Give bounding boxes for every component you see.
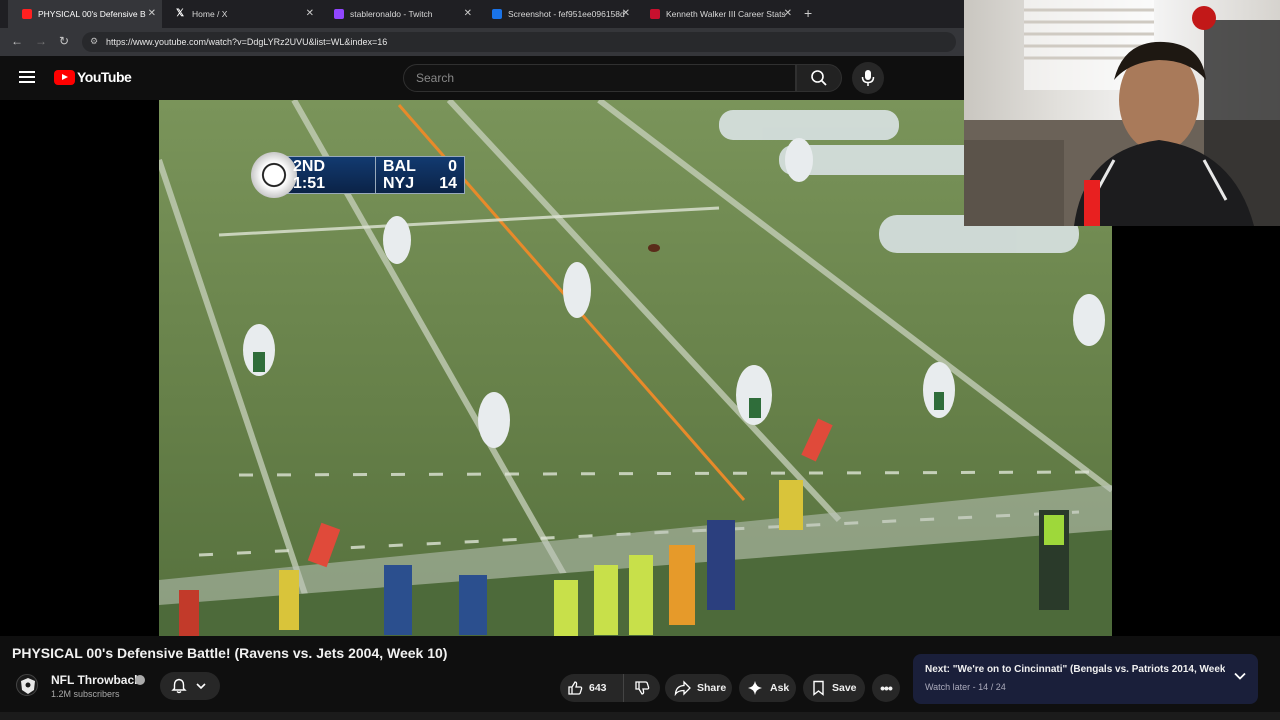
more-actions-button[interactable]: ••• [872, 674, 900, 702]
browser-tab-bar: PHYSICAL 00's Defensive B ✕ 𝕏 Home / X ✕… [0, 0, 964, 28]
channel-avatar[interactable] [16, 674, 38, 696]
ask-button[interactable]: Ask [739, 674, 796, 702]
tab-twitch[interactable]: stableronaldo - Twitch ✕ [320, 0, 478, 28]
chevron-down-icon[interactable] [1234, 670, 1246, 682]
team1-score: 0 [448, 158, 457, 175]
tab-label: PHYSICAL 00's Defensive B [38, 9, 146, 19]
url-field[interactable]: ⚙ https://www.youtube.com/watch?v=DdgLYR… [82, 32, 956, 52]
subscriber-count: 1.2M subscribers [51, 689, 120, 699]
notifications-button[interactable] [160, 672, 220, 700]
youtube-logo[interactable]: YouTube [54, 69, 132, 85]
channel-name[interactable]: NFL Throwback [51, 673, 141, 687]
tab-label: Home / X [192, 9, 228, 19]
close-icon[interactable]: ✕ [784, 8, 792, 19]
game-clock: 1:51 [293, 175, 326, 192]
like-dislike-group: 643 [560, 674, 660, 702]
like-button[interactable]: 643 [560, 674, 624, 702]
save-label: Save [832, 682, 857, 694]
tab-screenshot[interactable]: Screenshot - fef951ee096158d ✕ [478, 0, 636, 28]
team2-abbr: NYJ [383, 175, 415, 192]
thumbs-up-icon [568, 681, 583, 695]
search-input[interactable]: Search [403, 64, 796, 92]
playlist-next-panel[interactable]: Next: "We're on to Cincinnati" (Bengals … [913, 654, 1258, 704]
stats-favicon-icon [650, 9, 660, 19]
scorebug: 2ND 1:51 BAL 0 NYJ 14 [251, 152, 465, 198]
save-button[interactable]: Save [803, 674, 865, 702]
team1-abbr: BAL [383, 158, 416, 175]
verified-badge-icon [135, 675, 145, 685]
tab-label: Screenshot - fef951ee096158d [508, 9, 625, 19]
dislike-button[interactable] [624, 674, 660, 702]
youtube-favicon-icon [22, 9, 32, 19]
menu-icon[interactable] [19, 71, 35, 83]
chevron-down-icon [196, 683, 206, 690]
more-horizontal-icon: ••• [880, 680, 893, 696]
webcam-overlay [964, 0, 1280, 226]
share-icon [674, 680, 691, 696]
twitch-favicon-icon [334, 9, 344, 19]
ask-label: Ask [770, 682, 790, 694]
microphone-icon [861, 70, 875, 86]
new-tab-icon[interactable]: + [804, 5, 812, 21]
site-settings-icon[interactable]: ⚙ [90, 36, 98, 47]
youtube-play-icon [54, 69, 75, 85]
close-icon[interactable]: ✕ [464, 8, 472, 19]
voice-search-button[interactable] [852, 62, 884, 94]
screenshot-favicon-icon [492, 9, 502, 19]
tab-label: Kenneth Walker III Career Stats [666, 9, 786, 19]
tab-youtube[interactable]: PHYSICAL 00's Defensive B ✕ [8, 0, 162, 28]
address-bar: ← → ↻ ⚙ https://www.youtube.com/watch?v=… [0, 28, 964, 56]
video-title: PHYSICAL 00's Defensive Battle! (Ravens … [12, 645, 448, 661]
playlist-position: Watch later - 14 / 24 [925, 682, 1006, 692]
team2-score: 14 [439, 175, 457, 192]
forward-icon[interactable]: → [35, 34, 47, 48]
logo-text: YouTube [77, 69, 132, 85]
quarter: 2ND [293, 158, 326, 175]
tab-x[interactable]: 𝕏 Home / X ✕ [162, 0, 320, 28]
shield-logo-icon [21, 678, 35, 694]
like-count: 643 [589, 682, 607, 694]
youtube-header: YouTube Search [0, 56, 964, 100]
close-icon[interactable]: ✕ [622, 8, 630, 19]
back-icon[interactable]: ← [11, 34, 23, 48]
reload-icon[interactable]: ↻ [59, 34, 69, 48]
sparkle-icon [748, 681, 762, 695]
close-icon[interactable]: ✕ [148, 8, 156, 19]
close-icon[interactable]: ✕ [306, 8, 314, 19]
search-placeholder: Search [416, 71, 455, 85]
webcam-frame [964, 0, 1280, 226]
tab-stats[interactable]: Kenneth Walker III Career Stats ✕ [636, 0, 798, 28]
cbs-logo-icon [251, 152, 297, 198]
search-icon [811, 70, 827, 86]
below-fold-strip [0, 712, 1280, 720]
search-button[interactable] [796, 64, 842, 92]
next-video-title: Next: "We're on to Cincinnati" (Bengals … [925, 664, 1225, 675]
bookmark-icon [813, 680, 824, 696]
url-text: https://www.youtube.com/watch?v=DdgLYRz2… [106, 37, 388, 47]
share-button[interactable]: Share [665, 674, 732, 702]
tab-label: stableronaldo - Twitch [350, 9, 433, 19]
share-label: Share [697, 682, 727, 694]
x-logo-icon: 𝕏 [176, 8, 185, 19]
scorebug-divider [375, 156, 376, 194]
thumbs-down-icon [635, 681, 650, 695]
bell-icon [171, 678, 187, 694]
